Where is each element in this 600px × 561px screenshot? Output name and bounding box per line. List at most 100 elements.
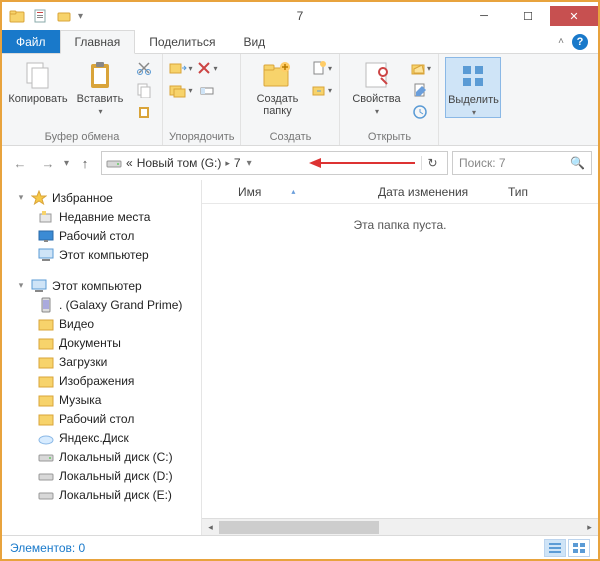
copy-label: Копировать (8, 93, 67, 105)
move-to-icon[interactable]: ▾ (169, 57, 193, 79)
tree-galaxy[interactable]: . (Galaxy Grand Prime) (2, 295, 201, 314)
address-dropdown-icon[interactable]: ▾ (247, 158, 252, 169)
empty-folder-message: Эта папка пуста. (202, 204, 598, 518)
details-view-button[interactable] (544, 539, 566, 557)
properties-icon[interactable] (30, 5, 52, 27)
col-name[interactable]: Имя▴ (230, 185, 370, 199)
paste-button[interactable]: Вставить ▾ (70, 57, 130, 116)
explorer-window: ▾ 7 ─ ☐ ✕ Файл Главная Поделиться Вид ˄ … (0, 0, 600, 561)
back-button[interactable]: ← (8, 151, 32, 175)
folder-icon (38, 392, 54, 408)
group-organize: ▾ ▾ ▾ Упорядочить (163, 54, 241, 145)
qat-dropdown-icon[interactable]: ▾ (78, 11, 83, 22)
tree-downloads[interactable]: Загрузки (2, 352, 201, 371)
forward-button[interactable]: → (36, 151, 60, 175)
desktop-icon (38, 228, 54, 244)
tree-music[interactable]: Музыка (2, 390, 201, 409)
maximize-button[interactable]: ☐ (506, 6, 550, 26)
refresh-button[interactable]: ↻ (421, 156, 443, 170)
tree-desktop2[interactable]: Рабочий стол (2, 409, 201, 428)
breadcrumb-volume[interactable]: Новый том (G:) (137, 156, 222, 170)
new-folder-icon[interactable] (54, 5, 76, 27)
select-button[interactable]: Выделить ▾ (445, 57, 501, 118)
paste-label: Вставить (77, 93, 124, 105)
address-bar[interactable]: « Новый том (G:) ▸ 7 ▾ ↻ (101, 151, 448, 175)
folder-icon (38, 354, 54, 370)
scrollbar-thumb[interactable] (219, 521, 379, 534)
search-icon: 🔍 (570, 156, 585, 170)
group-new: Создать папку ▾ ▾ Создать (241, 54, 340, 145)
icons-view-button[interactable] (568, 539, 590, 557)
cut-small-icon[interactable] (132, 57, 156, 79)
scroll-left-icon[interactable]: ◂ (202, 519, 219, 536)
tree-recent[interactable]: Недавние места (2, 207, 201, 226)
rename-icon[interactable] (195, 79, 219, 101)
annotation-arrow (307, 156, 417, 170)
open-group-label: Открыть (346, 129, 432, 143)
tree-thispc-root[interactable]: ▾Этот компьютер (2, 276, 201, 295)
tree-thispc[interactable]: Этот компьютер (2, 245, 201, 264)
copy-to-icon[interactable]: ▾ (169, 79, 193, 101)
copy-path-icon[interactable] (132, 79, 156, 101)
properties-label: Свойства (352, 93, 400, 105)
tab-home[interactable]: Главная (60, 30, 136, 54)
easy-access-icon[interactable]: ▾ (309, 79, 333, 101)
cloud-icon (38, 430, 54, 446)
new-folder-button[interactable]: Создать папку (247, 57, 307, 117)
folder-icon (38, 335, 54, 351)
tree-diske[interactable]: Локальный диск (E:) (2, 485, 201, 504)
drive-icon (38, 449, 54, 465)
history-icon[interactable] (408, 101, 432, 123)
folder-icon (38, 316, 54, 332)
col-type[interactable]: Тип (500, 185, 536, 199)
search-placeholder: Поиск: 7 (459, 156, 506, 170)
up-button[interactable]: ↑ (73, 151, 97, 175)
delete-icon[interactable]: ▾ (195, 57, 219, 79)
status-bar: Элементов: 0 (2, 535, 598, 559)
minimize-button[interactable]: ─ (462, 6, 506, 26)
folder-icon[interactable] (6, 5, 28, 27)
tree-docs[interactable]: Документы (2, 333, 201, 352)
new-folder-label: Создать папку (247, 93, 307, 117)
computer-icon (31, 278, 47, 294)
tree-desktop[interactable]: Рабочий стол (2, 226, 201, 245)
tab-view[interactable]: Вид (229, 30, 279, 53)
close-button[interactable]: ✕ (550, 6, 598, 26)
edit-icon[interactable] (408, 79, 432, 101)
new-group-label: Создать (247, 129, 333, 143)
quick-access-toolbar: ▾ (2, 5, 83, 27)
tree-favorites[interactable]: ▾Избранное (2, 188, 201, 207)
group-select: Выделить ▾ (439, 54, 507, 145)
breadcrumb-prefix: « (126, 156, 133, 170)
tab-file[interactable]: Файл (2, 30, 60, 53)
collapse-ribbon-icon[interactable]: ˄ (558, 36, 564, 47)
tree-diskd[interactable]: Локальный диск (D:) (2, 466, 201, 485)
tab-share[interactable]: Поделиться (135, 30, 229, 53)
col-date[interactable]: Дата изменения (370, 185, 500, 199)
history-dropdown-icon[interactable]: ▾ (64, 158, 69, 169)
breadcrumb-folder[interactable]: 7 (234, 156, 241, 170)
title-bar: ▾ 7 ─ ☐ ✕ (2, 2, 598, 30)
organize-group-label: Упорядочить (169, 129, 234, 143)
tree-diskc[interactable]: Локальный диск (C:) (2, 447, 201, 466)
body: ▾Избранное Недавние места Рабочий стол Э… (2, 180, 598, 535)
window-title: 7 (297, 9, 304, 23)
help-icon[interactable]: ? (572, 34, 588, 50)
properties-button[interactable]: Свойства ▾ (346, 57, 406, 116)
phone-icon (38, 297, 54, 313)
window-buttons: ─ ☐ ✕ (462, 6, 598, 26)
computer-icon (38, 247, 54, 263)
item-count: Элементов: 0 (10, 541, 85, 555)
scroll-right-icon[interactable]: ▸ (581, 519, 598, 536)
new-item-icon[interactable]: ▾ (309, 57, 333, 79)
tree-video[interactable]: Видео (2, 314, 201, 333)
paste-shortcut-icon[interactable] (132, 101, 156, 123)
tree-pictures[interactable]: Изображения (2, 371, 201, 390)
horizontal-scrollbar[interactable]: ◂ ▸ (202, 518, 598, 535)
folder-icon (38, 373, 54, 389)
search-box[interactable]: Поиск: 7 🔍 (452, 151, 592, 175)
open-icon[interactable]: ▾ (408, 57, 432, 79)
chevron-right-icon[interactable]: ▸ (225, 158, 230, 169)
copy-button[interactable]: Копировать (8, 57, 68, 105)
tree-yadisk[interactable]: Яндекс.Диск (2, 428, 201, 447)
